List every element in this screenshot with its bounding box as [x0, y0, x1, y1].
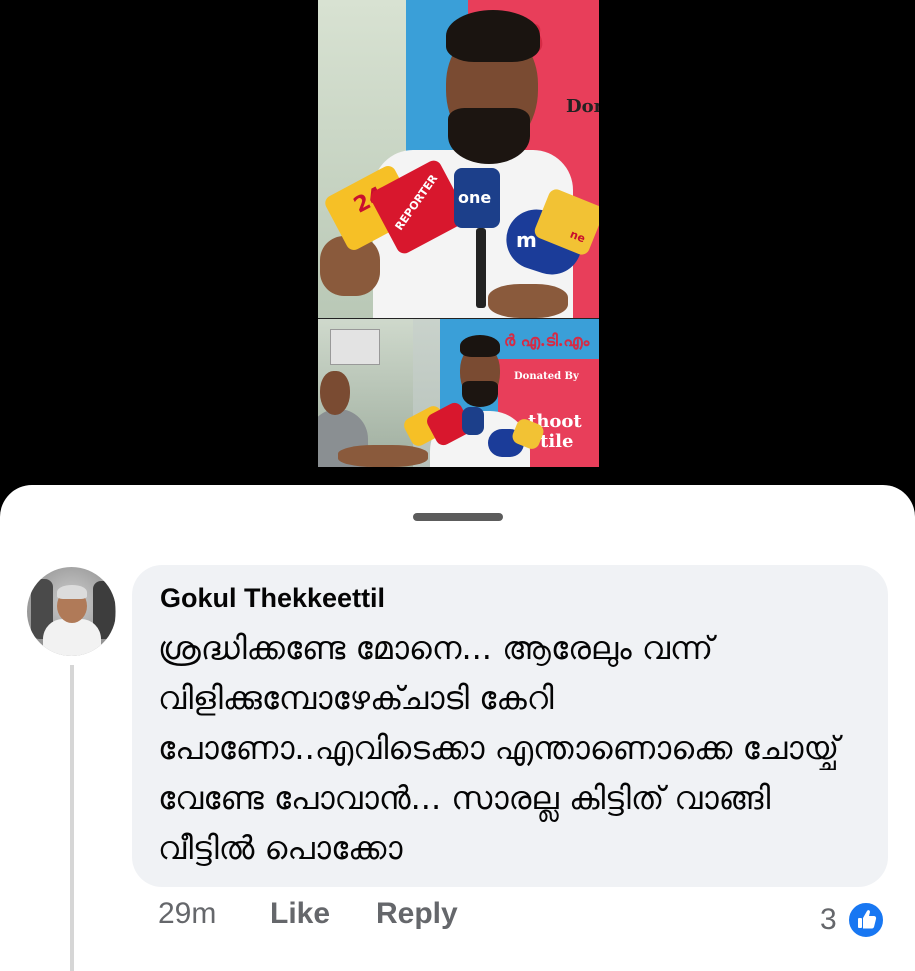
hand-right — [488, 284, 568, 318]
video-thumbnail[interactable]: ർ Don 24 REPORTER one m ne — [318, 0, 599, 467]
banner-text-2: ർ എ.ടി.എം — [504, 331, 590, 350]
video-frame-bottom: ർ എ.ടി.എം Donated By thoot tile — [318, 318, 599, 467]
avatar-hair — [57, 585, 87, 599]
mic-label-one: one — [458, 188, 492, 207]
video-frame-top: ർ Don 24 REPORTER one m ne — [318, 0, 599, 318]
video-area[interactable]: ർ Don 24 REPORTER one m ne — [0, 0, 915, 485]
like-button[interactable]: Like — [270, 897, 330, 931]
comments-sheet: Gokul Thekkeettil ശ്രദ്ധിക്കണ്ടേ മോനെ...… — [0, 485, 915, 971]
sheet-drag-handle[interactable] — [413, 513, 503, 521]
avatar[interactable] — [27, 567, 116, 656]
comment-author[interactable]: Gokul Thekkeettil — [160, 583, 385, 614]
person-left-head — [320, 371, 350, 415]
sponsor-text-2: tile — [540, 431, 574, 452]
comment-time[interactable]: 29m — [158, 897, 216, 931]
person-beard-2 — [462, 381, 498, 407]
donated-by-text: Donated By — [514, 371, 579, 382]
person-hair — [446, 10, 540, 62]
avatar-body — [43, 619, 101, 656]
hand-2 — [338, 445, 428, 467]
mic-one-small — [462, 407, 484, 435]
reply-button[interactable]: Reply — [376, 897, 458, 931]
comment-bubble[interactable]: Gokul Thekkeettil ശ്രദ്ധിക്കണ്ടേ മോനെ...… — [132, 565, 888, 887]
ac-unit — [330, 329, 380, 365]
person-beard — [448, 108, 530, 164]
thumbs-up-icon — [847, 901, 885, 939]
reaction-count: 3 — [820, 903, 837, 936]
comment-text: ശ്രദ്ധിക്കണ്ടേ മോനെ... ആരേലും വന്ന് വിളി… — [158, 629, 850, 867]
mic-stick — [476, 228, 486, 308]
thread-line — [70, 665, 74, 971]
person-hair-2 — [460, 335, 500, 357]
banner-sub-text: Don — [566, 96, 599, 117]
